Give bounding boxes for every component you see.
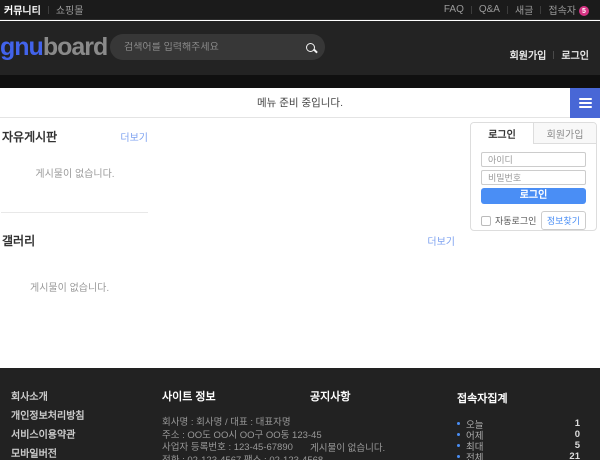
notice-empty-message: 게시물이 없습니다. [310,440,440,454]
bullet-icon [457,455,460,458]
login-form: 로그인 자동로그인 정보찾기 [471,144,596,231]
topbar-item-community[interactable]: 커뮤니티 [4,2,41,17]
auto-login-toggle[interactable]: 자동로그인 [481,214,536,227]
hamburger-menu-button[interactable] [570,88,600,118]
stat-value: 21 [569,451,580,460]
footer-link-terms[interactable]: 서비스이용약관 [11,426,85,441]
hamburger-icon [579,98,592,100]
site-info-lines: 회사명 : 회사명 / 대표 : 대표자명 주소 : OO도 OO시 OO구 O… [162,417,312,460]
header-member-links: 회원가입 로그인 [510,47,589,62]
topbar: 커뮤니티 쇼핑몰 FAQ Q&A 새글 접속자5 [0,0,600,20]
auto-login-checkbox[interactable] [481,216,491,226]
topbar-item-faq[interactable]: FAQ [444,4,464,15]
header-separator [553,51,554,59]
topbar-item-new-posts[interactable]: 새글 [515,2,533,17]
footer-link-company[interactable]: 회사소개 [11,388,85,403]
visitors-label: 접속자 [548,6,576,17]
gallery-title: 갤러리 [2,232,35,249]
free-board-more-link[interactable]: 더보기 [120,129,148,144]
auto-login-label: 자동로그인 [495,214,536,227]
hamburger-icon [579,102,592,104]
user-id-field[interactable] [481,152,586,167]
topbar-item-visitors[interactable]: 접속자5 [548,2,589,17]
topbar-separator [48,6,49,14]
topbar-separator [471,6,472,14]
topbar-item-qna[interactable]: Q&A [479,4,500,15]
visitor-stats-list: 오늘 1 어제 0 최대 5 전체 21 [457,418,580,460]
tab-login[interactable]: 로그인 [471,123,533,144]
login-widget: 로그인 회원가입 로그인 자동로그인 정보찾기 [470,122,597,231]
login-link[interactable]: 로그인 [561,47,589,62]
topbar-separator [540,6,541,14]
visitor-stats-title: 접속자집계 [457,390,580,406]
find-info-link[interactable]: 정보찾기 [541,211,586,230]
stat-row-total: 전체 21 [457,451,580,460]
gallery-more-link[interactable]: 더보기 [427,233,455,248]
site-logo[interactable]: gnuboard [0,35,107,60]
bullet-icon [457,444,460,447]
login-options-row: 자동로그인 정보찾기 [481,211,586,230]
menubar: 메뉴 준비 중입니다. [0,88,600,118]
nav-band [0,75,600,88]
stat-value: 0 [575,429,580,440]
free-board-section-header: 자유게시판 더보기 [2,128,148,145]
site-info-line: 회사명 : 회사명 / 대표 : 대표자명 [162,417,312,430]
search-input[interactable] [124,42,300,53]
logo-board: board [43,33,107,61]
topbar-separator [507,6,508,14]
bullet-icon [457,433,460,436]
free-board-empty-message: 게시물이 없습니다. [0,165,150,180]
signup-link[interactable]: 회원가입 [510,47,547,62]
notice-title: 공지사항 [310,388,440,404]
stat-value: 5 [575,440,580,451]
menu-placeholder-text: 메뉴 준비 중입니다. [257,95,343,110]
site-info-line: 주소 : OO도 OO시 OO구 OO동 123-45 [162,430,312,443]
stat-label: 전체 [466,450,569,460]
search-icon[interactable] [306,43,315,52]
site-info-line: 사업자 등록번호 : 123-45-67890 [162,442,312,455]
topbar-right: FAQ Q&A 새글 접속자5 [444,2,589,17]
stat-value: 1 [575,418,580,429]
site-info-title: 사이트 정보 [162,388,312,404]
footer-link-privacy[interactable]: 개인정보처리방침 [11,407,85,422]
footer-site-info: 사이트 정보 회사명 : 회사명 / 대표 : 대표자명 주소 : OO도 OO… [162,388,312,460]
section-divider [1,212,148,213]
search-bar [110,34,325,60]
site-info-line: 전화 : 02-123-4567 팩스 : 02-123-4568 [162,455,312,460]
bullet-icon [457,422,460,425]
footer-links: 회사소개 개인정보처리방침 서비스이용약관 모바일버전 [11,388,85,460]
hamburger-icon [579,106,592,108]
tab-signup[interactable]: 회원가입 [533,123,596,144]
page: 커뮤니티 쇼핑몰 FAQ Q&A 새글 접속자5 gnuboard 회원가입 [0,0,600,460]
login-widget-tabs: 로그인 회원가입 [471,123,596,144]
footer: 회사소개 개인정보처리방침 서비스이용약관 모바일버전 사이트 정보 회사명 :… [0,368,600,460]
logo-gnu: gnu [0,33,43,61]
footer-link-mobile[interactable]: 모바일버전 [11,445,85,460]
main-content: 자유게시판 더보기 게시물이 없습니다. 갤러리 더보기 게시물이 없습니다. … [0,119,600,368]
visitor-count-badge: 5 [579,6,589,16]
footer-notice: 공지사항 게시물이 없습니다. [310,388,440,454]
topbar-left: 커뮤니티 쇼핑몰 [4,2,83,17]
footer-visitor-stats: 접속자집계 오늘 1 어제 0 최대 5 [457,390,580,460]
header: gnuboard 회원가입 로그인 [0,21,600,75]
free-board-title: 자유게시판 [2,128,57,145]
login-submit-button[interactable]: 로그인 [481,188,586,204]
topbar-item-shop[interactable]: 쇼핑몰 [56,2,84,17]
gallery-empty-message: 게시물이 없습니다. [30,279,109,294]
gallery-section-header: 갤러리 더보기 [2,232,455,249]
password-field[interactable] [481,170,586,185]
